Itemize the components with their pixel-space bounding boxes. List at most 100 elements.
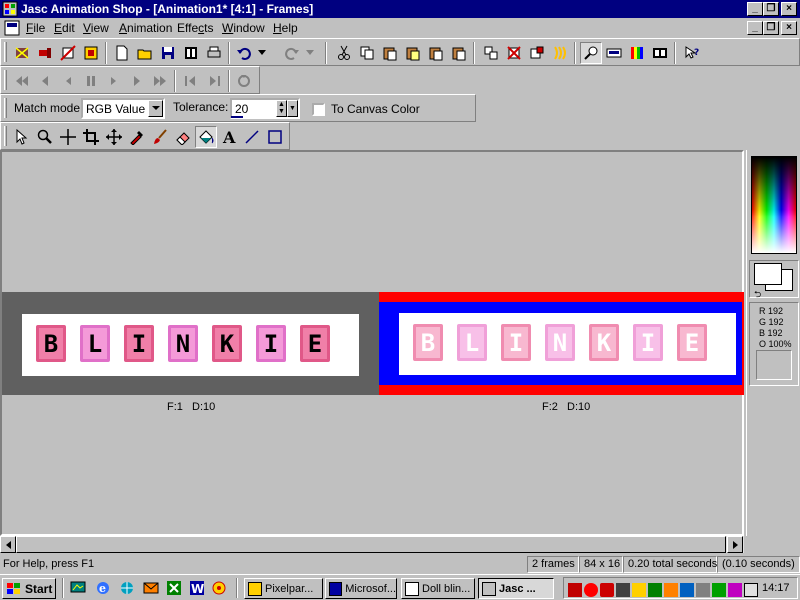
tray-fox-icon[interactable]	[664, 583, 678, 597]
delete-frames-icon[interactable]	[503, 42, 525, 64]
swap-colors-icon[interactable]: ⮌	[754, 287, 761, 303]
crosshair-icon[interactable]	[57, 126, 79, 148]
open-icon[interactable]	[134, 42, 156, 64]
paste-after-icon[interactable]	[448, 42, 470, 64]
zoom-view-icon[interactable]	[580, 42, 602, 64]
undo-dropdown-icon[interactable]	[255, 42, 269, 64]
maximize-button[interactable]: ❐	[763, 2, 779, 16]
cut-icon[interactable]	[333, 42, 355, 64]
excel-icon[interactable]	[166, 580, 182, 596]
tray-antivirus-icon[interactable]	[600, 583, 614, 597]
toolbar-grip[interactable]	[4, 42, 7, 62]
spinner-dropdown-icon[interactable]: ▼	[287, 100, 298, 117]
paste-icon[interactable]	[379, 42, 401, 64]
line-icon[interactable]	[241, 126, 263, 148]
print-icon[interactable]	[203, 42, 225, 64]
word-icon[interactable]: W	[189, 580, 205, 596]
internet-explorer-icon[interactable]: e	[95, 580, 111, 596]
menu-effects[interactable]: Effects	[177, 21, 213, 35]
task-pixelpar[interactable]: Pixelpar...	[244, 578, 323, 599]
color-picker-swatch[interactable]	[751, 156, 797, 254]
doc-minimize-button[interactable]: _	[747, 21, 763, 35]
rectangle-icon[interactable]	[264, 126, 286, 148]
menu-help[interactable]: Help	[273, 21, 298, 35]
frame-strip-icon[interactable]	[649, 42, 671, 64]
document-icon[interactable]	[4, 20, 20, 36]
menu-view[interactable]: View	[83, 21, 109, 35]
insert-frames-icon[interactable]	[526, 42, 548, 64]
media-player-icon[interactable]	[211, 580, 227, 596]
paste-new-icon[interactable]	[402, 42, 424, 64]
fill-icon[interactable]	[195, 126, 217, 148]
paintbrush-icon[interactable]	[149, 126, 171, 148]
toolbar-grip[interactable]	[4, 98, 7, 118]
scroll-thumb[interactable]	[16, 536, 726, 553]
context-help-icon[interactable]: ?	[681, 42, 703, 64]
close-button[interactable]: ×	[781, 2, 797, 16]
scroll-right-icon[interactable]	[727, 536, 743, 553]
toolbar-grip[interactable]	[4, 70, 7, 90]
redo-dropdown-icon[interactable]	[303, 42, 317, 64]
transition-icon[interactable]	[549, 42, 571, 64]
optimization-wizard-icon[interactable]	[57, 42, 79, 64]
cycle-back-icon[interactable]	[180, 70, 202, 92]
frames-workspace[interactable]: BLINKIE F:1 D:10 BLINKIE F:2 D:10	[0, 150, 744, 536]
frame-2[interactable]: BLINKIE	[379, 292, 744, 395]
eraser-icon[interactable]	[172, 126, 194, 148]
frame-properties-icon[interactable]	[480, 42, 502, 64]
minimize-button[interactable]: _	[747, 2, 763, 16]
tray-misc-icon[interactable]	[728, 583, 742, 597]
previous-frame-icon[interactable]	[34, 70, 56, 92]
tolerance-spinner[interactable]: 20 ▲ ▼ ▼	[230, 98, 300, 119]
zoom-icon[interactable]	[34, 126, 56, 148]
next-frame-icon[interactable]	[126, 70, 148, 92]
tray-printer-icon[interactable]	[696, 583, 710, 597]
tray-display-icon[interactable]	[680, 583, 694, 597]
canvas-color-checkbox[interactable]	[312, 103, 325, 116]
app-icon[interactable]	[2, 1, 18, 17]
menu-animation[interactable]: Animation	[119, 21, 172, 35]
loop-icon[interactable]	[233, 70, 255, 92]
dropper-icon[interactable]	[126, 126, 148, 148]
tray-tools-icon[interactable]	[632, 583, 646, 597]
task-jasc[interactable]: Jasc ...	[478, 578, 554, 599]
play-icon[interactable]	[103, 70, 125, 92]
doc-close-button[interactable]: ×	[781, 21, 797, 35]
psp-icon[interactable]	[80, 42, 102, 64]
step-back-icon[interactable]	[57, 70, 79, 92]
save-icon[interactable]	[157, 42, 179, 64]
chevron-down-icon[interactable]	[148, 100, 163, 117]
tray-update-icon[interactable]	[712, 583, 726, 597]
tray-app-icon[interactable]	[568, 583, 582, 597]
menu-edit[interactable]: Edit	[54, 21, 75, 35]
paste-before-icon[interactable]	[425, 42, 447, 64]
copy-icon[interactable]	[356, 42, 378, 64]
menu-file[interactable]: File	[26, 21, 45, 35]
redo-icon[interactable]	[281, 42, 303, 64]
start-button[interactable]: Start	[2, 578, 56, 599]
spinner-up-down-icon[interactable]: ▲ ▼	[276, 100, 287, 117]
horizontal-scrollbar[interactable]	[0, 536, 744, 553]
banner-wizard-icon[interactable]	[34, 42, 56, 64]
first-frame-icon[interactable]	[11, 70, 33, 92]
task-microsoft[interactable]: Microsof...	[325, 578, 397, 599]
outlook-icon[interactable]	[143, 580, 159, 596]
tray-network-icon[interactable]	[616, 583, 630, 597]
vcr-view-icon[interactable]	[603, 42, 625, 64]
undo-icon[interactable]	[233, 42, 255, 64]
scroll-left-icon[interactable]	[0, 536, 16, 553]
volume-icon[interactable]	[744, 583, 758, 597]
doc-restore-button[interactable]: ❐	[763, 21, 779, 35]
color-palette-icon[interactable]	[626, 42, 648, 64]
task-doll-blinkie[interactable]: Doll blin...	[401, 578, 475, 599]
foreground-color-swatch[interactable]	[754, 263, 782, 285]
mover-icon[interactable]	[103, 126, 125, 148]
toolbar-grip[interactable]	[4, 126, 7, 146]
pause-icon[interactable]	[80, 70, 102, 92]
tray-monitor-icon[interactable]	[648, 583, 662, 597]
menu-window[interactable]: Window	[222, 21, 265, 35]
frame-1[interactable]: BLINKIE	[2, 292, 379, 395]
arrow-icon[interactable]	[11, 126, 33, 148]
animation-wizard-icon[interactable]	[11, 42, 33, 64]
crop-icon[interactable]	[80, 126, 102, 148]
